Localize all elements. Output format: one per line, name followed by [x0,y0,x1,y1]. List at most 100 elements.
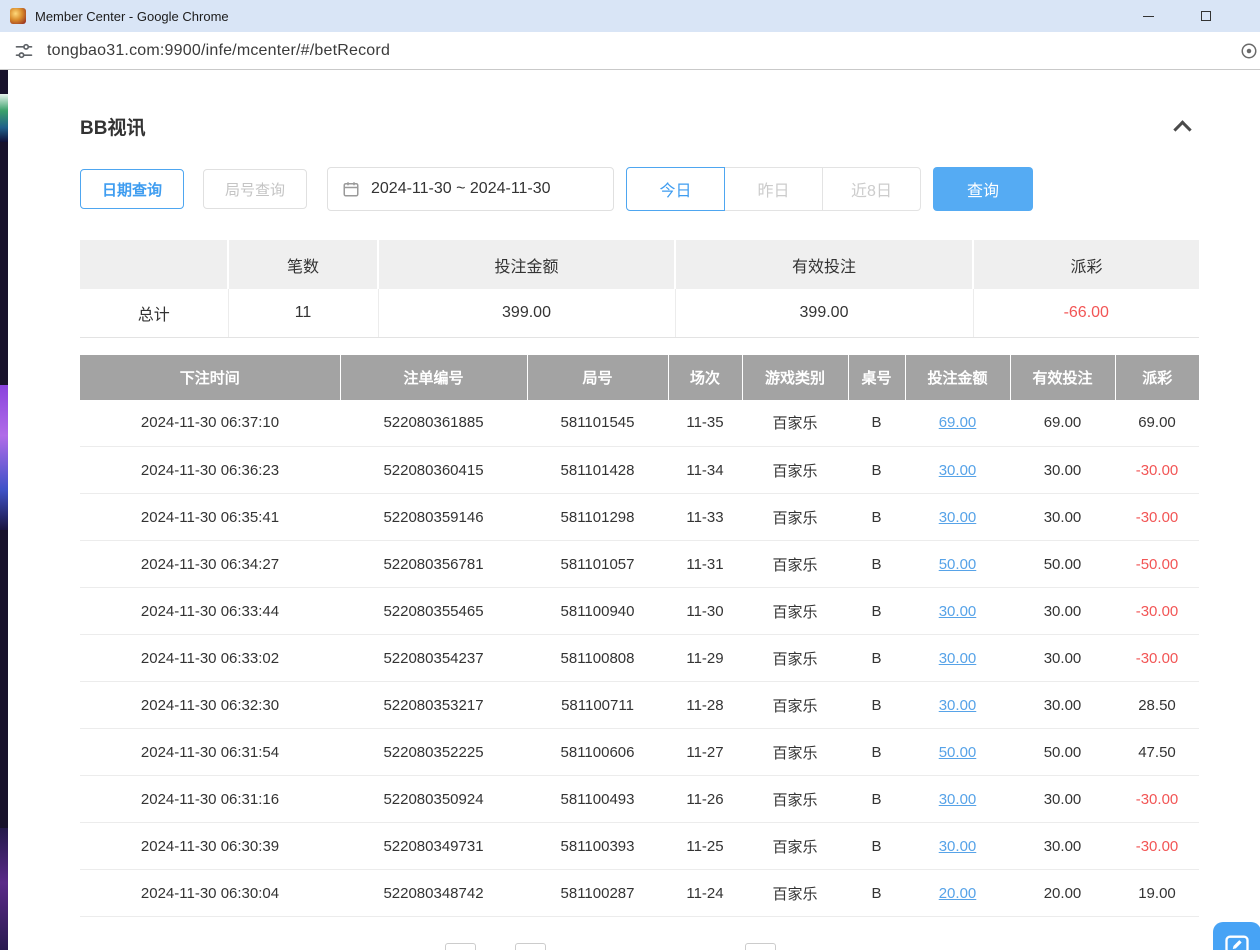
summary-count: 11 [228,289,378,337]
bet-amount-link[interactable]: 50.00 [939,556,977,573]
cell-round: 581101428 [527,447,668,494]
cell-payout: -30.00 [1115,588,1199,635]
bet-record-row: 2024-11-30 06:33:44522080355465581100940… [80,588,1199,635]
cell-table_no: B [848,823,905,870]
cell-payout: -30.00 [1115,635,1199,682]
summary-table: 笔数 投注金额 有效投注 派彩 总计 11 399.00 399.00 -66.… [80,240,1199,338]
cell-payout: 28.50 [1115,682,1199,729]
today-button[interactable]: 今日 [626,167,725,211]
summary-column-header: 有效投注 [675,240,973,289]
cell-table_no: B [848,776,905,823]
cell-bet_no: 522080355465 [340,588,527,635]
section-header: BB视讯 [80,112,1199,140]
records-column-header: 派彩 [1115,355,1199,400]
bet-record-page: BB视讯 日期查询 局号查询 2024-11-30 ~ 2024-11-30 今… [0,70,1260,950]
pagination-button[interactable] [745,943,776,950]
cell-valid: 30.00 [1010,588,1115,635]
cell-valid: 30.00 [1010,447,1115,494]
bet-amount-link[interactable]: 69.00 [939,414,977,431]
bet-amount-cell: 50.00 [905,541,1010,588]
round-query-tab[interactable]: 局号查询 [203,169,307,209]
yesterday-button[interactable]: 昨日 [724,167,823,211]
cell-bet_no: 522080353217 [340,682,527,729]
maximize-icon [1201,11,1211,21]
summary-row-label: 总计 [80,289,228,337]
last-8-days-button[interactable]: 近8日 [822,167,921,211]
cell-valid: 30.00 [1010,682,1115,729]
maximize-button[interactable] [1177,0,1235,32]
bet-amount-link[interactable]: 30.00 [939,509,977,526]
browser-action-icon[interactable] [1240,42,1258,65]
cell-valid: 50.00 [1010,541,1115,588]
cell-time: 2024-11-30 06:30:04 [80,870,340,917]
cell-table_no: B [848,541,905,588]
background-page-strip [0,70,8,950]
date-range-picker[interactable]: 2024-11-30 ~ 2024-11-30 [327,167,614,211]
bet-amount-cell: 30.00 [905,588,1010,635]
app-icon [10,8,26,24]
cell-session: 11-24 [668,870,742,917]
bet-amount-cell: 50.00 [905,729,1010,776]
pagination-button[interactable] [515,943,546,950]
bet-amount-link[interactable]: 50.00 [939,744,977,761]
collapse-chevron-icon[interactable] [1173,120,1191,138]
cell-session: 11-31 [668,541,742,588]
pagination-button[interactable] [445,943,476,950]
cell-bet_no: 522080348742 [340,870,527,917]
cell-time: 2024-11-30 06:34:27 [80,541,340,588]
site-settings-icon[interactable] [14,41,34,61]
cell-time: 2024-11-30 06:37:10 [80,400,340,447]
bet-amount-link[interactable]: 30.00 [939,791,977,808]
cell-session: 11-35 [668,400,742,447]
cell-payout: -30.00 [1115,776,1199,823]
minimize-button[interactable] [1119,0,1177,32]
cell-bet_no: 522080349731 [340,823,527,870]
bet-amount-link[interactable]: 30.00 [939,838,977,855]
cell-valid: 30.00 [1010,635,1115,682]
cell-round: 581100711 [527,682,668,729]
records-header-row: 下注时间注单编号局号场次游戏类别桌号投注金额有效投注派彩 [80,355,1199,400]
cell-payout: -30.00 [1115,494,1199,541]
bet-amount-cell: 30.00 [905,635,1010,682]
quick-date-group: 今日 昨日 近8日 [626,167,921,211]
records-column-header: 桌号 [848,355,905,400]
summary-column-header: 笔数 [228,240,378,289]
bet-amount-link[interactable]: 30.00 [939,603,977,620]
cell-valid: 20.00 [1010,870,1115,917]
summary-bet-amount: 399.00 [378,289,675,337]
bet-amount-cell: 69.00 [905,400,1010,447]
date-range-value: 2024-11-30 ~ 2024-11-30 [371,180,551,198]
cell-table_no: B [848,729,905,776]
cell-session: 11-30 [668,588,742,635]
bet-record-row: 2024-11-30 06:34:27522080356781581101057… [80,541,1199,588]
bet-amount-link[interactable]: 20.00 [939,885,977,902]
cell-game: 百家乐 [742,729,848,776]
bet-amount-cell: 30.00 [905,823,1010,870]
bet-amount-link[interactable]: 30.00 [939,697,977,714]
bet-amount-link[interactable]: 30.00 [939,650,977,667]
bet-amount-cell: 30.00 [905,776,1010,823]
search-button[interactable]: 查询 [933,167,1033,211]
cell-time: 2024-11-30 06:32:30 [80,682,340,729]
cell-payout: 47.50 [1115,729,1199,776]
date-query-tab[interactable]: 日期查询 [80,169,184,209]
cell-round: 581101057 [527,541,668,588]
cell-valid: 50.00 [1010,729,1115,776]
close-button[interactable]: × [1235,0,1260,32]
url-bar: tongbao31.com:9900/infe/mcenter/#/betRec… [0,32,1260,70]
cell-valid: 30.00 [1010,823,1115,870]
cell-round: 581101298 [527,494,668,541]
cell-game: 百家乐 [742,588,848,635]
cell-round: 581100287 [527,870,668,917]
url-text[interactable]: tongbao31.com:9900/infe/mcenter/#/betRec… [47,42,390,60]
content-panel: BB视讯 日期查询 局号查询 2024-11-30 ~ 2024-11-30 今… [80,70,1199,917]
bet-amount-link[interactable]: 30.00 [939,462,977,479]
bet-record-row: 2024-11-30 06:33:02522080354237581100808… [80,635,1199,682]
cell-payout: -30.00 [1115,823,1199,870]
cell-time: 2024-11-30 06:33:44 [80,588,340,635]
cell-game: 百家乐 [742,400,848,447]
cell-game: 百家乐 [742,494,848,541]
cell-game: 百家乐 [742,776,848,823]
customer-service-button[interactable] [1213,922,1260,950]
bet-record-row: 2024-11-30 06:32:30522080353217581100711… [80,682,1199,729]
